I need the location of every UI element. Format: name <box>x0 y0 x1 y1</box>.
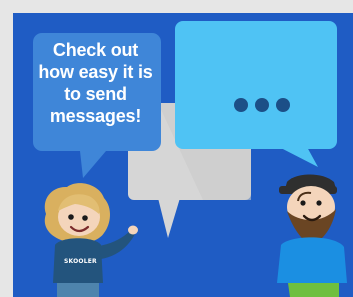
bearded-man-character <box>277 174 347 297</box>
speech-bubble-message: Check out how easy it is to send message… <box>38 40 153 126</box>
illustration-panel: SKOOLER Check out how easy it is to send… <box>13 13 353 297</box>
page-frame: SKOOLER Check out how easy it is to send… <box>0 0 353 297</box>
three-dots-icon <box>234 98 290 112</box>
girl-character: SKOOLER <box>44 183 138 297</box>
shirt-logo: SKOOLER <box>64 258 97 265</box>
cyan-chat-bubble <box>175 21 337 167</box>
